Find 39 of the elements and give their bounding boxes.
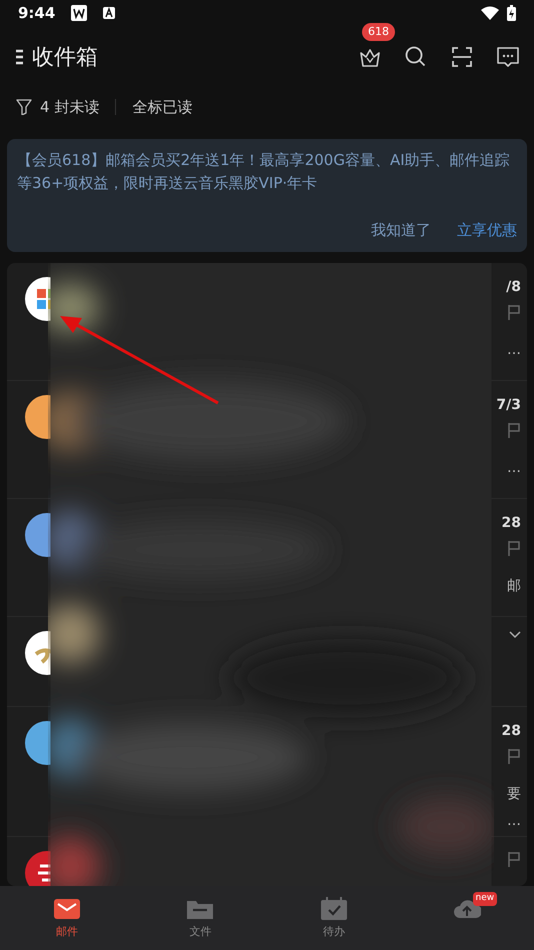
nav-tab[interactable]: 邮件 [0, 886, 134, 950]
app-notification-icon [103, 7, 116, 19]
mail-snippet: … [507, 459, 521, 478]
new-badge: new [472, 892, 498, 906]
flag-icon[interactable] [507, 748, 521, 764]
unread-filter-button[interactable]: 4 封未读 [16, 96, 100, 118]
mail-date: /8 [506, 278, 521, 297]
nav-tab[interactable]: new [400, 886, 534, 950]
mark-all-read-button[interactable]: 全标已读 [132, 96, 192, 118]
flag-icon[interactable] [507, 422, 521, 438]
wifi-icon [481, 6, 499, 20]
mail-snippet: 邮 [507, 577, 521, 596]
mail-snippet: … [507, 341, 521, 360]
vip-badge: 618 [362, 22, 395, 42]
dismiss-button[interactable]: 我知道了 [371, 219, 431, 242]
menu-icon[interactable] [16, 49, 24, 65]
status-time: 9:44 [18, 2, 56, 24]
mail-icon [52, 896, 81, 922]
calendar-check-icon [320, 896, 348, 922]
nav-tab[interactable]: 文件 [134, 886, 267, 950]
app-notification-icon [71, 5, 88, 21]
promo-text: 【会员618】邮箱会员买2年送1年！最高享200G容量、AI助手、邮件追踪等36+项权益，限时再送云音乐黑胶VIP·年卡 [17, 150, 511, 194]
chevron-down-icon[interactable] [509, 631, 521, 639]
search-icon[interactable] [404, 45, 428, 69]
flag-icon[interactable] [507, 851, 521, 867]
filter-icon [16, 99, 32, 115]
inbox-title: 收件箱 [32, 44, 98, 72]
mail-date: 28 [502, 722, 521, 741]
mail-snippet: 要 [507, 785, 521, 804]
mail-date: 28 [502, 514, 521, 533]
battery-icon [507, 5, 516, 21]
mail-date: 7/3 [496, 396, 521, 415]
scan-icon[interactable] [450, 45, 474, 69]
claim-offer-button[interactable]: 立享优惠 [457, 219, 517, 242]
flag-icon[interactable] [507, 304, 521, 320]
chat-icon[interactable] [496, 45, 520, 69]
flag-icon[interactable] [507, 540, 521, 556]
nav-tab[interactable]: 待办 [267, 886, 400, 950]
mail-snippet: … [507, 812, 521, 831]
